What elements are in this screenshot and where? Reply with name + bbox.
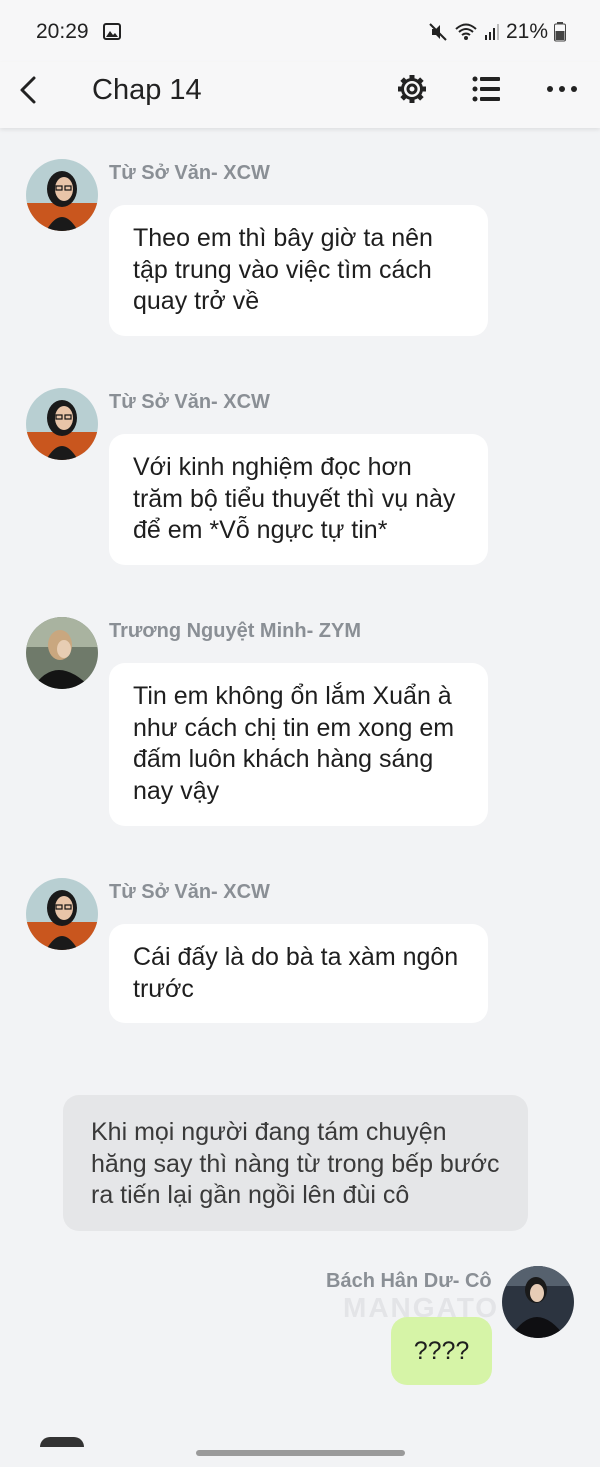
message-sender: Từ Sở Văn- XCW bbox=[109, 391, 270, 413]
avatar-image bbox=[26, 388, 98, 460]
battery-icon bbox=[554, 22, 566, 42]
home-indicator[interactable] bbox=[196, 1450, 405, 1456]
narration-bubble[interactable]: Khi mọi người đang tám chuyện hăng say t… bbox=[63, 1095, 528, 1231]
app-bar: Chap 14 bbox=[0, 62, 600, 128]
wifi-icon bbox=[455, 23, 477, 40]
message-bubble[interactable]: Theo em thì bây giờ ta nên tập trung vào… bbox=[109, 205, 488, 336]
status-icons: 21% bbox=[428, 20, 566, 44]
avatar-image bbox=[502, 1266, 574, 1338]
avatar-tu-so-van[interactable] bbox=[26, 878, 98, 950]
message-bubble[interactable]: Cái đấy là do bà ta xàm ngôn trước bbox=[109, 924, 488, 1023]
avatar-tu-so-van[interactable] bbox=[26, 159, 98, 231]
avatar-truong-nguyet-minh[interactable] bbox=[26, 617, 98, 689]
gallery-icon bbox=[103, 23, 121, 40]
message-sender: Từ Sở Văn- XCW bbox=[109, 881, 270, 903]
own-message-bubble[interactable]: ???? bbox=[391, 1317, 492, 1385]
mute-icon bbox=[429, 23, 447, 41]
message-sender: Trương Nguyệt Minh- ZYM bbox=[109, 620, 362, 642]
battery-percent: 21% bbox=[505, 20, 548, 43]
gear-icon[interactable] bbox=[397, 72, 427, 106]
status-bar: 20:29 21% bbox=[0, 0, 600, 62]
avatar-image bbox=[26, 617, 98, 689]
message-sender: Từ Sở Văn- XCW bbox=[109, 162, 270, 184]
avatar-image bbox=[26, 159, 98, 231]
status-time: 20:29 bbox=[36, 20, 89, 43]
avatar-tu-so-van[interactable] bbox=[26, 388, 98, 460]
more-dots-icon[interactable] bbox=[546, 76, 578, 102]
back-arrow-icon[interactable] bbox=[14, 72, 44, 108]
list-icon[interactable] bbox=[472, 74, 502, 104]
avatar-image bbox=[26, 878, 98, 950]
signal-icon bbox=[484, 24, 499, 40]
message-bubble[interactable]: Với kinh nghiệm đọc hơn trăm bộ tiểu thu… bbox=[109, 434, 488, 565]
avatar-partial bbox=[40, 1437, 84, 1447]
own-message-sender: Bách Hân Dư- Cô bbox=[326, 1270, 492, 1292]
chapter-title: Chap 14 bbox=[92, 74, 202, 106]
message-bubble[interactable]: Tin em không ổn lắm Xuẩn à như cách chị … bbox=[109, 663, 488, 826]
avatar-bach-han-du[interactable] bbox=[502, 1266, 574, 1338]
